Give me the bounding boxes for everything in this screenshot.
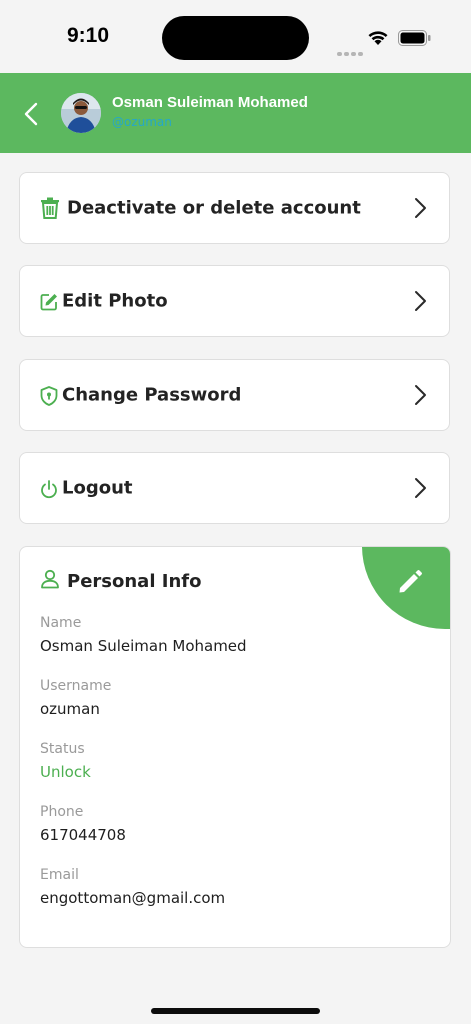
header-name: Osman Suleiman Mohamed: [112, 94, 308, 111]
home-indicator[interactable]: [151, 1008, 320, 1014]
profile-header: Osman Suleiman Mohamed @ozuman: [0, 73, 471, 153]
personal-info-card: Personal Info Name Osman Suleiman Mohame…: [19, 546, 451, 948]
field-label: Name: [40, 615, 82, 631]
field-phone: Phone 617044708: [40, 804, 126, 844]
chevron-right-icon: [415, 385, 426, 405]
person-icon: [41, 569, 59, 589]
field-name: Name Osman Suleiman Mohamed: [40, 615, 247, 655]
chevron-right-icon: [415, 198, 426, 218]
field-value: Osman Suleiman Mohamed: [40, 637, 247, 655]
wifi-icon: [368, 31, 388, 45]
chevron-left-icon: [24, 102, 38, 126]
field-value: engottoman@gmail.com: [40, 889, 226, 907]
menu-label: Change Password: [62, 384, 242, 406]
battery-icon: [398, 30, 431, 46]
edit-info-button[interactable]: [362, 547, 450, 629]
menu-label: Logout: [62, 477, 133, 499]
avatar[interactable]: [61, 93, 101, 133]
field-label: Username: [40, 678, 112, 694]
field-email: Email engottoman@gmail.com: [40, 867, 225, 907]
personal-info-title: Personal Info: [67, 571, 202, 592]
field-username: Username ozuman: [40, 678, 111, 718]
signal-dots-icon: [337, 41, 365, 60]
field-label: Phone: [40, 804, 84, 820]
field-value: ozuman: [40, 700, 100, 718]
status-bar: 9:10: [0, 0, 471, 73]
menu-label: Edit Photo: [62, 290, 168, 312]
edit-photo-button[interactable]: Edit Photo: [19, 265, 450, 337]
deactivate-account-button[interactable]: Deactivate or delete account: [19, 172, 450, 244]
chevron-right-icon: [415, 478, 426, 498]
trash-icon: [41, 197, 59, 219]
field-label: Status: [40, 741, 85, 757]
edit-square-icon: [40, 294, 57, 311]
chevron-right-icon: [415, 291, 426, 311]
avatar-image: [61, 93, 101, 133]
status-value: Unlock: [40, 763, 91, 781]
dynamic-island: [162, 16, 309, 60]
status-time: 9:10: [67, 24, 110, 47]
change-password-button[interactable]: Change Password: [19, 359, 450, 431]
shield-lock-icon: [40, 386, 58, 406]
power-icon: [41, 480, 57, 499]
menu-label: Deactivate or delete account: [67, 197, 361, 219]
header-username[interactable]: @ozuman: [112, 115, 172, 129]
back-button[interactable]: [14, 97, 48, 131]
field-label: Email: [40, 867, 79, 883]
field-status: Status Unlock: [40, 741, 91, 781]
logout-button[interactable]: Logout: [19, 452, 450, 524]
pencil-icon: [399, 570, 422, 593]
field-value: 617044708: [40, 826, 126, 844]
